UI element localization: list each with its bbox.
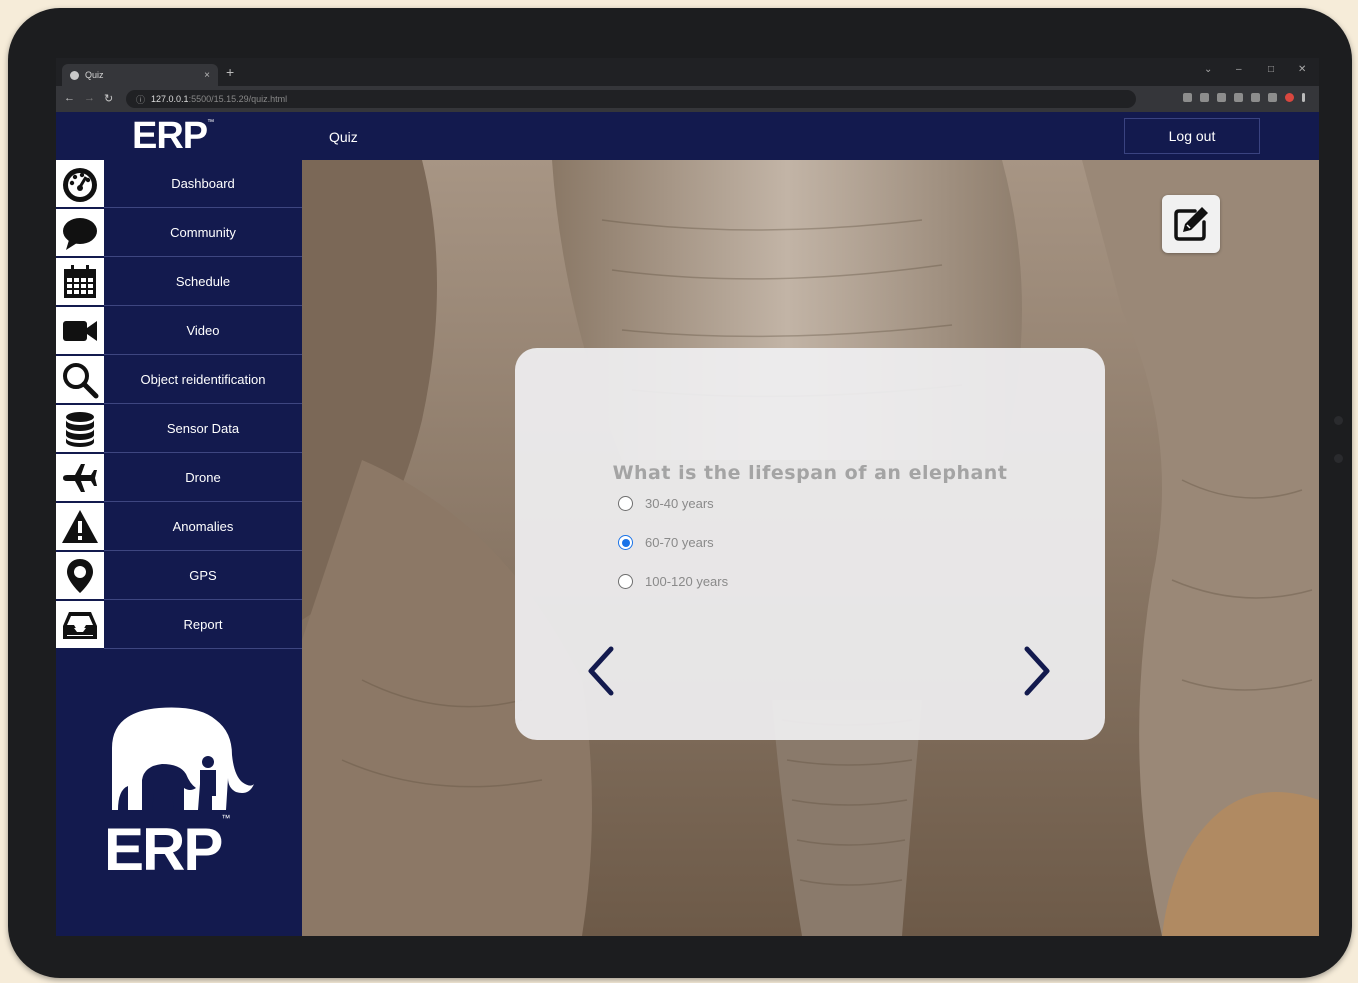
new-tab-button[interactable]: +	[226, 65, 234, 79]
option-label: 30-40 years	[645, 496, 714, 511]
dashboard-gauge-icon	[56, 160, 104, 208]
sidebar-item-label: Video	[104, 307, 302, 355]
page-title: Quiz	[329, 129, 358, 145]
sidebar-item-label: Report	[104, 601, 302, 649]
sidebar-item-sensor-data[interactable]: Sensor Data	[56, 405, 302, 453]
tab-favicon-icon	[70, 70, 79, 80]
chevron-left-icon	[588, 646, 614, 696]
sidebar-item-community[interactable]: Community	[56, 209, 302, 257]
quiz-option[interactable]: 30-40 years	[618, 496, 714, 511]
app-header: ERP™ Quiz Log out	[56, 112, 1319, 160]
speech-bubble-icon	[56, 209, 104, 257]
tab-close-icon[interactable]: ×	[204, 70, 210, 81]
address-bar[interactable]: ⓘ 127.0.0.1 :5500/15.15.29/quiz.html	[126, 90, 1136, 108]
sidebar-panel-icon[interactable]	[1268, 93, 1277, 102]
browser-menu-icon[interactable]	[1302, 93, 1305, 102]
sidebar-item-label: GPS	[104, 552, 302, 600]
tablet-sensor	[1334, 454, 1343, 463]
sidebar-item-video[interactable]: Video	[56, 307, 302, 355]
browser-tab[interactable]: Quiz ×	[62, 64, 218, 86]
previous-question-button[interactable]	[581, 641, 621, 701]
map-pin-icon	[56, 552, 104, 600]
url-path: :5500/15.15.29/quiz.html	[188, 94, 288, 104]
sidebar-item-label: Anomalies	[104, 503, 302, 551]
puzzle-extensions-icon[interactable]	[1251, 93, 1260, 102]
quiz-question: What is the lifespan of an elephant	[612, 462, 1008, 484]
extensions-area	[1183, 93, 1305, 102]
sidebar-item-object-reidentification[interactable]: Object reidentification	[56, 356, 302, 404]
browser-tab-bar: Quiz × + ⌄ – □ ✕	[56, 58, 1319, 86]
sidebar-logo-text: ERP™	[104, 813, 230, 883]
profile-avatar-icon[interactable]	[1285, 93, 1294, 102]
erp-app: ERP™ Quiz Log out Dashboard Community Sc…	[56, 112, 1319, 936]
back-arrow-icon[interactable]: ←	[64, 92, 75, 104]
sidebar-item-label: Object reidentification	[104, 356, 302, 404]
airplane-icon	[56, 454, 104, 502]
edit-pencil-icon	[1174, 207, 1208, 241]
site-info-icon[interactable]: ⓘ	[136, 93, 145, 106]
warning-triangle-icon	[56, 503, 104, 551]
extension-icon[interactable]	[1200, 93, 1209, 102]
forward-arrow-icon[interactable]: →	[84, 92, 95, 104]
option-label: 60-70 years	[645, 535, 714, 550]
radio-button-selected[interactable]	[618, 535, 633, 550]
sidebar-item-schedule[interactable]: Schedule	[56, 258, 302, 306]
radio-button[interactable]	[618, 496, 633, 511]
close-window-button[interactable]: ✕	[1298, 64, 1306, 75]
tab-search-icon[interactable]: ⌄	[1204, 64, 1212, 75]
sidebar-item-drone[interactable]: Drone	[56, 454, 302, 502]
url-host: 127.0.0.1	[151, 94, 189, 104]
chevron-right-icon	[1024, 646, 1050, 696]
header-logo[interactable]: ERP™	[132, 115, 214, 158]
sidebar-item-report[interactable]: Report	[56, 601, 302, 649]
sidebar-item-label: Schedule	[104, 258, 302, 306]
quiz-option[interactable]: 100-120 years	[618, 574, 728, 589]
sidebar-item-anomalies[interactable]: Anomalies	[56, 503, 302, 551]
database-icon	[56, 405, 104, 453]
sidebar-item-dashboard[interactable]: Dashboard	[56, 160, 302, 208]
sidebar-item-gps[interactable]: GPS	[56, 552, 302, 600]
sidebar-item-label: Community	[104, 209, 302, 257]
calendar-icon	[56, 258, 104, 306]
video-camera-icon	[56, 307, 104, 355]
quiz-card: What is the lifespan of an elephant 30-4…	[515, 348, 1105, 740]
maximize-button[interactable]: □	[1268, 64, 1274, 75]
quiz-option[interactable]: 60-70 years	[618, 535, 714, 550]
magnifier-icon	[56, 356, 104, 404]
browser-toolbar: ← → ↻ ⓘ 127.0.0.1 :5500/15.15.29/quiz.ht…	[56, 86, 1319, 112]
sidebar-logo: ERP™	[104, 700, 254, 890]
reload-icon[interactable]: ↻	[104, 92, 113, 105]
logout-button[interactable]: Log out	[1124, 118, 1260, 154]
sidebar-item-label: Dashboard	[104, 160, 302, 208]
bookmark-star-icon[interactable]	[1217, 93, 1226, 102]
sidebar-item-label: Sensor Data	[104, 405, 302, 453]
minimize-button[interactable]: –	[1236, 64, 1242, 75]
extension-icon[interactable]	[1183, 93, 1192, 102]
quiz-content: What is the lifespan of an elephant 30-4…	[302, 160, 1319, 936]
elephant-logo-icon	[112, 707, 254, 810]
tab-title: Quiz	[85, 70, 104, 80]
sidebar-item-label: Drone	[104, 454, 302, 502]
screen: Quiz × + ⌄ – □ ✕ ← → ↻ ⓘ 127.0.0.1 :5500…	[56, 58, 1319, 936]
tablet-sensor	[1334, 416, 1343, 425]
option-label: 100-120 years	[645, 574, 729, 589]
extension-icon[interactable]	[1234, 93, 1243, 102]
radio-button[interactable]	[618, 574, 633, 589]
edit-quiz-button[interactable]	[1162, 195, 1220, 253]
inbox-tray-icon	[56, 601, 104, 649]
next-question-button[interactable]	[1017, 641, 1057, 701]
sidebar: Dashboard Community Schedule Video Objec…	[56, 160, 302, 936]
